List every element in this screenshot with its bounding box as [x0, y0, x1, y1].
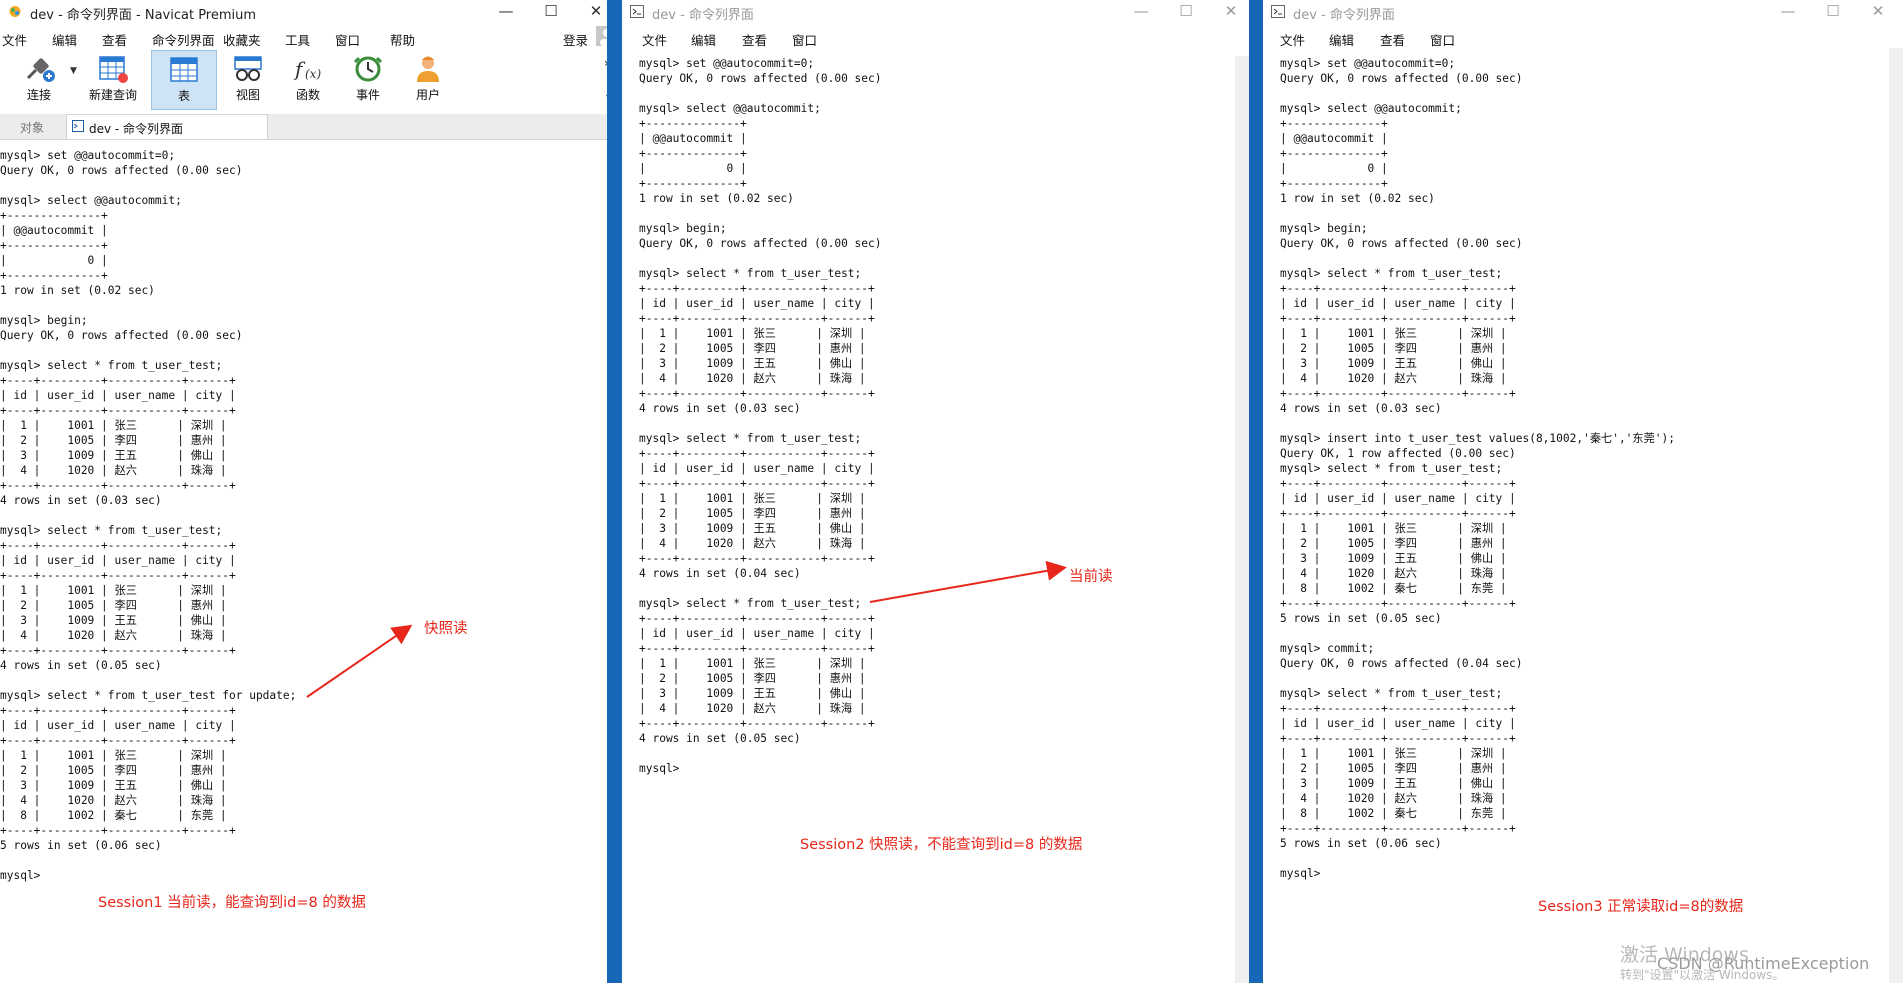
annotation-session3: Session3 正常读取id=8的数据: [1538, 899, 1744, 915]
arrow-current-read: [869, 560, 1067, 603]
annotation-session1: Session1 当前读，能查询到id=8 的数据: [98, 895, 366, 911]
annotation-session2: Session2 快照读，不能查询到id=8 的数据: [800, 837, 1083, 853]
arrow-snapshot-read: [306, 624, 413, 698]
csdn-watermark: CSDN @RuntimeException: [1657, 954, 1870, 973]
annotation-snapshot-read: 快照读: [424, 621, 468, 637]
annotation-current-read: 当前读: [1069, 569, 1113, 585]
